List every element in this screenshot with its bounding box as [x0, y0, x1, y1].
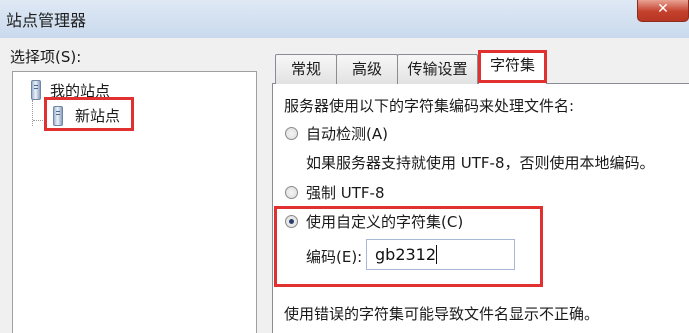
server-icon	[31, 80, 41, 100]
close-button[interactable]: ✕	[637, 0, 689, 22]
title-bar: 站点管理器 ✕	[0, 0, 689, 39]
charset-warning-text: 使用错误的字符集可能导致文件名显示不正确。	[284, 305, 600, 323]
tab-charset-highlight	[478, 50, 547, 83]
window-title: 站点管理器	[6, 11, 87, 30]
server-icon	[53, 106, 63, 126]
force-utf8-label[interactable]: 强制 UTF-8	[306, 182, 385, 203]
radio-custom-charset[interactable]	[285, 215, 298, 228]
tab-transfer-settings[interactable]: 传输设置	[397, 54, 478, 84]
tab-advanced[interactable]: 高级	[336, 54, 398, 84]
text-caret	[436, 245, 437, 264]
tree-connector-vertical	[32, 100, 33, 126]
charset-intro-text: 服务器使用以下的字符集编码来处理文件名:	[284, 97, 575, 115]
auto-detect-description: 如果服务器支持就使用 UTF-8，否则使用本地编码。	[306, 154, 655, 172]
radio-force-utf8[interactable]	[285, 186, 298, 199]
custom-charset-label[interactable]: 使用自定义的字符集(C)	[306, 211, 463, 232]
tab-general[interactable]: 常规	[275, 54, 337, 84]
close-icon: ✕	[657, 1, 669, 17]
auto-detect-label[interactable]: 自动检测(A)	[306, 123, 388, 144]
select-entry-label: 选择项(S):	[10, 48, 82, 66]
tree-item-new-site[interactable]: 新站点	[75, 105, 120, 126]
encoding-label: 编码(E):	[306, 248, 363, 266]
encoding-input[interactable]: gb2312	[366, 239, 515, 270]
radio-auto-detect[interactable]	[285, 127, 298, 140]
